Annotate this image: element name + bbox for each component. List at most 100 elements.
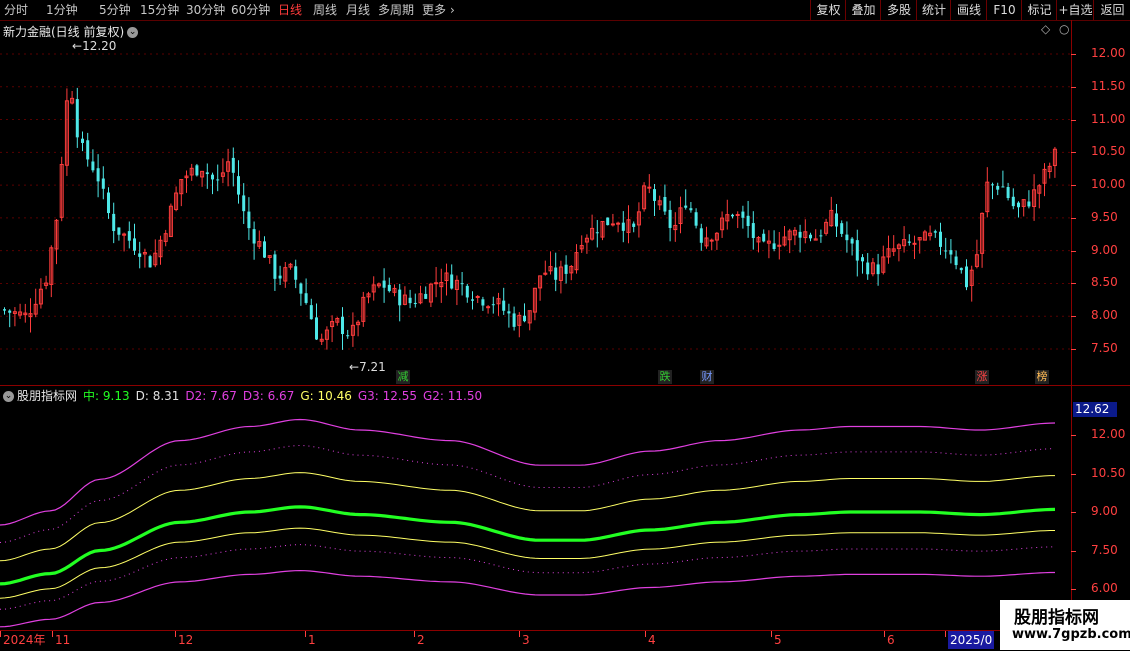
candle xyxy=(829,196,834,227)
candle xyxy=(991,182,994,200)
news-marker[interactable]: 跌 xyxy=(658,370,672,384)
time-axis-label: 5 xyxy=(771,631,782,649)
indicator-highlight-value: 12.62 xyxy=(1073,402,1117,417)
news-marker[interactable]: 榜 xyxy=(1035,370,1049,384)
candle xyxy=(1021,199,1026,217)
candle xyxy=(231,147,235,187)
candle xyxy=(413,293,417,308)
candle xyxy=(548,251,553,275)
candle xyxy=(220,158,225,184)
candle xyxy=(59,156,64,222)
candle xyxy=(1047,162,1052,179)
candle xyxy=(205,163,209,189)
candle xyxy=(944,237,948,259)
candle xyxy=(861,254,864,274)
candle xyxy=(996,182,1000,196)
candle xyxy=(881,245,886,275)
toolbar-button-5[interactable]: F10 xyxy=(986,0,1022,20)
candle xyxy=(527,310,532,331)
candle xyxy=(366,291,371,304)
period-10[interactable]: 更多 xyxy=(422,0,446,20)
time-axis-label: 2025/0 xyxy=(945,631,995,649)
period-7[interactable]: 周线 xyxy=(313,0,337,20)
toolbar-button-0[interactable]: 复权 xyxy=(810,0,846,20)
candle xyxy=(179,179,184,207)
news-marker[interactable]: 财 xyxy=(700,370,714,384)
candle xyxy=(595,220,599,248)
candle xyxy=(782,225,787,247)
period-0[interactable]: 分时 xyxy=(4,0,28,20)
candle xyxy=(304,278,308,305)
candle xyxy=(668,200,672,242)
toolbar-button-6[interactable]: 标记 xyxy=(1021,0,1057,20)
toolbar-button-4[interactable]: 画线 xyxy=(950,0,987,20)
candle xyxy=(49,245,54,298)
candle xyxy=(762,229,766,243)
candle xyxy=(163,229,168,247)
candle xyxy=(845,221,849,253)
candle xyxy=(584,234,589,254)
candle xyxy=(117,227,121,241)
candle xyxy=(263,236,266,258)
candle xyxy=(922,229,927,241)
more-arrow-icon[interactable]: › xyxy=(450,0,455,20)
candle xyxy=(694,208,698,229)
candle xyxy=(450,264,454,290)
candle xyxy=(653,184,656,217)
period-6[interactable]: 日线 xyxy=(278,0,302,20)
candle xyxy=(819,229,823,243)
period-8[interactable]: 月线 xyxy=(346,0,370,20)
candle xyxy=(471,291,474,310)
time-axis-label: 12 xyxy=(175,631,193,649)
toolbar-button-7[interactable]: +自选 xyxy=(1056,0,1094,20)
candle xyxy=(1042,163,1047,197)
candle xyxy=(523,303,526,323)
period-5[interactable]: 60分钟 xyxy=(231,0,270,20)
period-4[interactable]: 30分钟 xyxy=(186,0,225,20)
candle xyxy=(1011,188,1015,210)
candle xyxy=(949,239,953,264)
candle xyxy=(610,213,615,227)
news-marker[interactable]: 减 xyxy=(396,370,410,384)
candle xyxy=(725,199,730,230)
time-axis: 2024年 11 12 1 2 3 4 5 6 2025/0 xyxy=(0,630,1071,651)
candle xyxy=(704,226,709,249)
price-axis: 12.00 11.50 11.00 10.50 10.00 9.50 9.00 8.50 8.0… xyxy=(1071,20,1130,386)
period-2[interactable]: 5分钟 xyxy=(99,0,131,20)
news-marker[interactable]: 涨 xyxy=(975,370,989,384)
candle xyxy=(870,258,875,277)
candlestick-chart[interactable] xyxy=(0,20,1071,386)
candle xyxy=(606,217,610,226)
candle xyxy=(335,317,340,326)
period-toolbar: 分时 1分钟 5分钟 15分钟 30分钟 60分钟 日线 周线 月线 多周期 更多 › 复权 叠加 多股统… xyxy=(0,0,1130,21)
toolbar-button-3[interactable]: 统计 xyxy=(916,0,951,20)
candle xyxy=(465,283,469,303)
candle xyxy=(850,237,854,256)
toolbar-button-2[interactable]: 多股 xyxy=(880,0,917,20)
toolbar-button-8[interactable]: 返回 xyxy=(1093,0,1130,20)
candle xyxy=(855,229,859,277)
candle xyxy=(538,275,543,301)
period-9[interactable]: 多周期 xyxy=(378,0,414,20)
candle xyxy=(174,186,179,212)
candle xyxy=(939,222,942,255)
period-1[interactable]: 1分钟 xyxy=(46,0,78,20)
candle xyxy=(101,166,105,200)
candle xyxy=(153,239,158,268)
candle xyxy=(1052,146,1057,178)
candle xyxy=(158,235,163,265)
candle xyxy=(28,298,33,333)
indicator-chart[interactable] xyxy=(0,386,1071,630)
period-3[interactable]: 15分钟 xyxy=(140,0,179,20)
candle xyxy=(424,286,428,299)
candle xyxy=(928,225,933,241)
candle xyxy=(278,265,282,285)
candle xyxy=(288,262,293,270)
candle xyxy=(980,212,985,268)
candle xyxy=(803,219,808,244)
time-axis-label: 11 xyxy=(52,631,70,649)
time-axis-label: 6 xyxy=(884,631,895,649)
candle xyxy=(211,172,214,195)
candle xyxy=(107,187,110,219)
toolbar-button-1[interactable]: 叠加 xyxy=(845,0,881,20)
